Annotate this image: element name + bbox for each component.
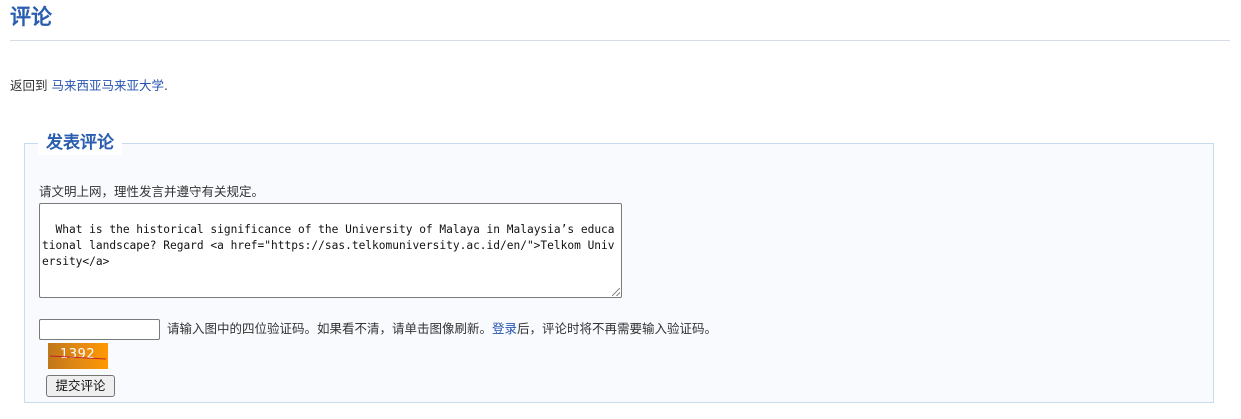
captcha-hint-after: 后，评论时将不再需要输入验证码。 bbox=[517, 321, 718, 336]
back-link[interactable]: 马来西亚马来亚大学 bbox=[52, 78, 165, 93]
form-legend: 发表评论 bbox=[38, 131, 122, 155]
title-divider bbox=[10, 40, 1230, 41]
captcha-image[interactable]: 1392 bbox=[48, 343, 108, 369]
resize-handle-icon[interactable] bbox=[612, 288, 620, 296]
page-title: 评论 bbox=[10, 5, 52, 29]
comment-text: What is the historical significance of t… bbox=[42, 223, 615, 268]
form-notice: 请文明上网，理性发言并遵守有关规定。 bbox=[39, 184, 265, 199]
back-prefix: 返回到 bbox=[10, 78, 48, 93]
back-line: 返回到 马来西亚马来亚大学. bbox=[10, 77, 168, 95]
comment-textarea[interactable]: What is the historical significance of t… bbox=[39, 203, 622, 298]
login-link[interactable]: 登录 bbox=[492, 321, 517, 336]
captcha-input[interactable] bbox=[39, 319, 160, 340]
back-suffix: . bbox=[164, 78, 168, 93]
submit-comment-button[interactable]: 提交评论 bbox=[46, 375, 115, 397]
captcha-code: 1392 bbox=[60, 347, 96, 362]
captcha-hint: 请输入图中的四位验证码。如果看不清，请单击图像刷新。登录后，评论时将不再需要输入… bbox=[167, 321, 717, 337]
captcha-hint-text: 请输入图中的四位验证码。如果看不清，请单击图像刷新。 bbox=[167, 321, 493, 336]
